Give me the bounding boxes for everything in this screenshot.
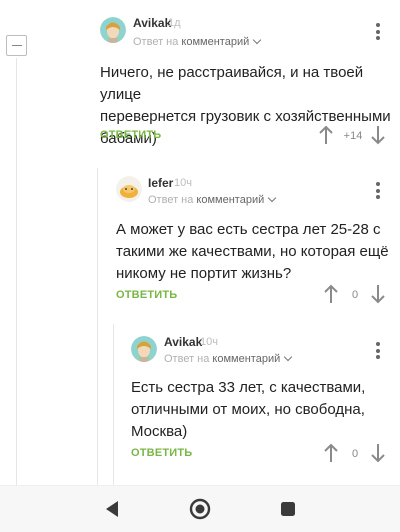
minus-icon (12, 45, 22, 46)
downvote-arrow-icon[interactable] (370, 284, 386, 304)
thread-line (16, 58, 17, 485)
reply-button[interactable]: ОТВЕТИТЬ (131, 447, 192, 459)
comment-text: Есть сестра 33 лет, с качествами, отличн… (131, 379, 366, 440)
chevron-down-icon (283, 352, 293, 362)
home-circle-icon[interactable] (189, 498, 211, 520)
upvote-arrow-icon[interactable] (318, 125, 334, 145)
comment-time: 1д (168, 17, 181, 29)
reply-to-link[interactable]: Ответ на комментарий (148, 193, 277, 206)
reply-to-link[interactable]: Ответ на комментарий (133, 35, 262, 48)
system-nav-bar (0, 485, 400, 532)
avatar[interactable] (100, 17, 126, 43)
recents-square-icon[interactable] (280, 501, 296, 517)
downvote-arrow-icon[interactable] (370, 125, 386, 145)
back-triangle-icon[interactable] (104, 500, 120, 518)
comment-time: 10ч (174, 177, 192, 189)
reply-to-target: комментарий (181, 36, 250, 48)
reply-button[interactable]: ОТВЕТИТЬ (116, 289, 177, 301)
reply-to-link[interactable]: Ответ на комментарий (164, 352, 293, 365)
reply-to-prefix: Ответ на (133, 36, 179, 48)
comment-author[interactable]: Avikak (164, 335, 202, 349)
comment-author[interactable]: Iefer (148, 176, 173, 190)
thread-line (113, 324, 114, 485)
downvote-arrow-icon[interactable] (370, 443, 386, 463)
upvote-arrow-icon[interactable] (323, 284, 339, 304)
comment-text: А может у вас есть сестра лет 25-28 с та… (116, 221, 389, 282)
rating-value: 0 (351, 289, 359, 301)
avatar[interactable] (116, 176, 142, 202)
comment-time: 10ч (200, 336, 218, 348)
chevron-down-icon (252, 35, 262, 45)
reply-to-prefix: Ответ на (148, 194, 194, 206)
comment-author[interactable]: Avikak (133, 16, 171, 30)
thread-line (97, 168, 98, 485)
chevron-down-icon (267, 193, 277, 203)
reply-button[interactable]: ОТВЕТИТЬ (100, 129, 161, 141)
more-options-icon[interactable] (376, 182, 380, 202)
reply-to-prefix: Ответ на (164, 353, 210, 365)
reply-to-target: комментарий (212, 353, 281, 365)
more-options-icon[interactable] (376, 342, 380, 362)
reply-to-target: комментарий (196, 194, 265, 206)
collapse-thread-button[interactable] (6, 35, 27, 56)
avatar[interactable] (131, 336, 157, 362)
more-options-icon[interactable] (376, 23, 380, 43)
upvote-arrow-icon[interactable] (323, 443, 339, 463)
rating-value: 0 (351, 448, 359, 460)
rating-value: +14 (343, 130, 363, 142)
